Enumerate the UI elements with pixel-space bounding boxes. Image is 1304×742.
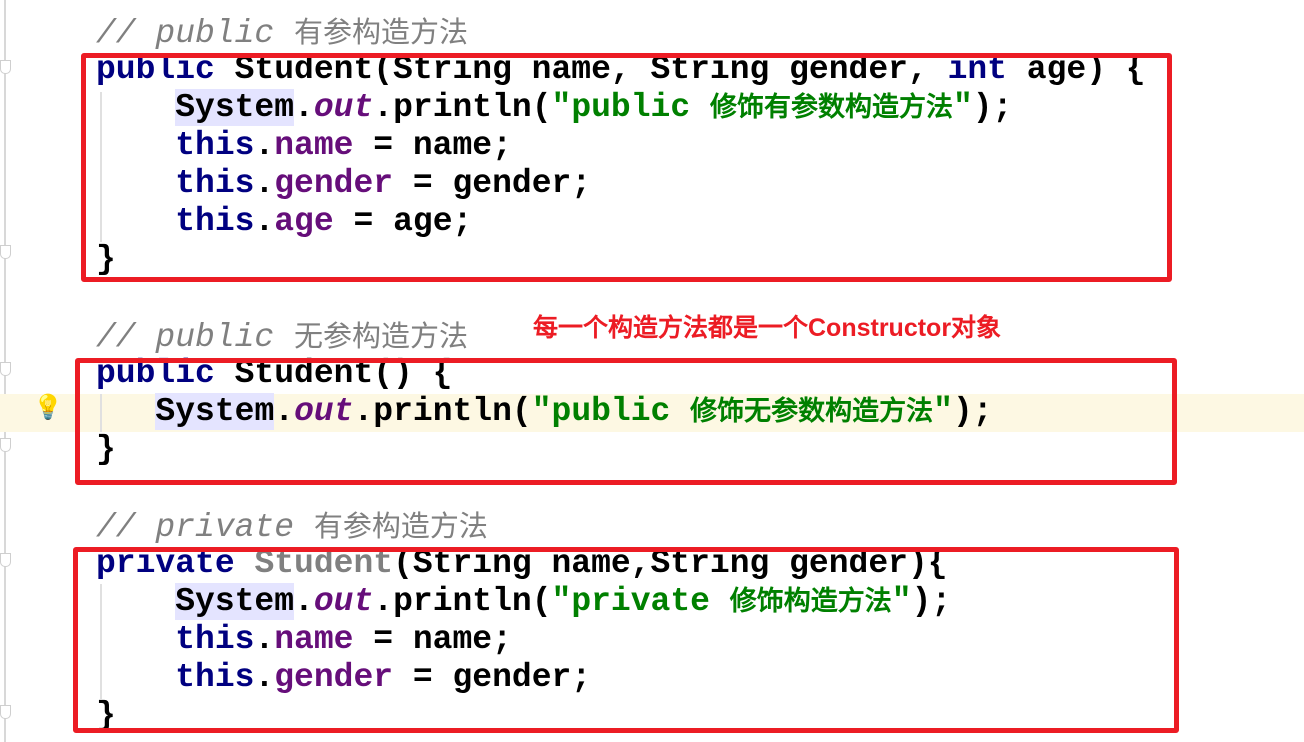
code-token: // private: [96, 509, 314, 546]
code-token: // public: [96, 319, 295, 356]
annotation-note: 每一个构造方法都是一个Constructor对象: [533, 314, 1002, 342]
annotation-box-public-constructor-with-args: [81, 53, 1172, 282]
code-token: // public: [96, 15, 295, 52]
code-line[interactable]: // public 有参构造方法: [96, 13, 469, 52]
code-line[interactable]: // public 无参构造方法: [96, 317, 469, 356]
lightbulb-icon[interactable]: 💡: [33, 392, 63, 422]
code-token: 有参构造方法: [313, 509, 488, 543]
fold-marker-icon[interactable]: [0, 438, 11, 452]
annotation-box-private-constructor: [73, 547, 1179, 733]
code-line[interactable]: // private 有参构造方法: [96, 507, 488, 546]
annotation-box-public-no-arg-constructor: [75, 358, 1177, 485]
fold-gutter: [0, 0, 12, 742]
fold-marker-icon[interactable]: [0, 245, 11, 259]
fold-marker-icon[interactable]: [0, 362, 11, 376]
code-token: 无参构造方法: [294, 319, 469, 353]
fold-marker-icon[interactable]: [0, 705, 11, 719]
fold-marker-icon[interactable]: [0, 553, 11, 567]
code-token: 有参构造方法: [294, 15, 469, 49]
fold-marker-icon[interactable]: [0, 60, 11, 74]
